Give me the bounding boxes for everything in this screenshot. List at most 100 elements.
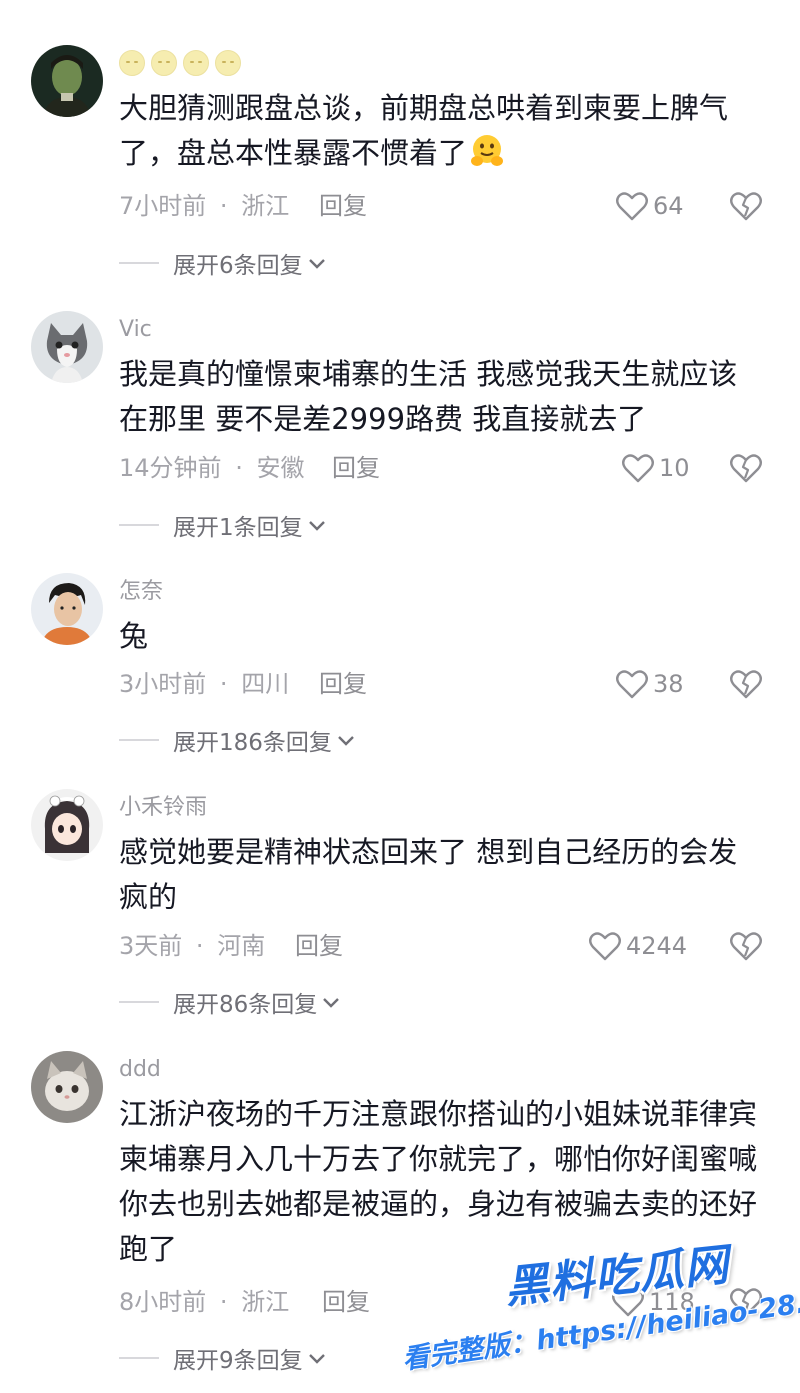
broken-heart-icon	[730, 192, 762, 221]
like-count: 38	[653, 670, 684, 698]
broken-heart-icon	[730, 454, 762, 483]
heart-icon	[616, 192, 648, 221]
comment-meta: 8小时前 · 浙江 回复 118	[119, 1282, 769, 1322]
avatar[interactable]	[31, 45, 103, 117]
reply-button[interactable]: 回复	[319, 664, 367, 704]
divider-dash	[119, 1001, 159, 1003]
heart-icon	[622, 454, 654, 483]
dislike-button[interactable]	[729, 930, 763, 974]
hugging-face-emoji-icon	[471, 135, 504, 166]
expand-replies-button[interactable]: 展开1条回复	[119, 508, 327, 542]
comment-time: 7小时前	[119, 192, 207, 220]
reply-button[interactable]: 回复	[295, 926, 343, 966]
moon-face-icon	[215, 50, 241, 76]
comment-time: 3小时前	[119, 670, 207, 698]
username[interactable]: 小禾铃雨	[119, 794, 207, 822]
expand-replies-label: 展开9条回复	[173, 1348, 303, 1374]
avatar-image	[31, 311, 103, 383]
comment-item: 大胆猜测跟盘总谈，前期盘总哄着到柬要上脾气了，盘总本性暴露不惯着了 7小时前 ·…	[0, 0, 800, 290]
divider-dash	[119, 262, 159, 264]
moon-face-icon	[119, 50, 145, 76]
divider-dash	[119, 739, 159, 741]
broken-heart-icon	[730, 932, 762, 961]
expand-replies-button[interactable]: 展开6条回复	[119, 246, 327, 280]
like-count: 64	[653, 192, 684, 220]
like-count: 118	[649, 1288, 695, 1316]
moon-face-icon	[183, 50, 209, 76]
like-button[interactable]: 118	[611, 1282, 695, 1322]
comment-time: 8小时前	[119, 1288, 207, 1316]
avatar-image	[31, 789, 103, 861]
comment-location: 安徽	[256, 454, 305, 482]
expand-replies-label: 展开186条回复	[173, 730, 332, 756]
avatar[interactable]	[31, 789, 103, 861]
avatar[interactable]	[31, 573, 103, 645]
meta-info: 14分钟前 · 安徽	[119, 454, 304, 482]
comment-text: 兔	[119, 619, 149, 653]
comment-text: 大胆猜测跟盘总谈，前期盘总哄着到柬要上脾气了，盘总本性暴露不惯着了	[119, 86, 760, 176]
expand-replies-label: 展开1条回复	[173, 515, 303, 541]
comment-text-body: 大胆猜测跟盘总谈，前期盘总哄着到柬要上脾气了，盘总本性暴露不惯着了	[119, 91, 729, 170]
username[interactable]: ddd	[119, 1056, 161, 1084]
meta-separator: ·	[219, 1288, 228, 1316]
like-count: 10	[659, 454, 690, 482]
like-button[interactable]: 4244	[588, 926, 687, 966]
user-badge-row	[119, 50, 241, 76]
expand-replies-button[interactable]: 展开86条回复	[119, 985, 341, 1019]
comment-meta: 3小时前 · 四川 回复 38	[119, 664, 769, 704]
like-button[interactable]: 38	[615, 664, 684, 704]
broken-heart-icon	[730, 1288, 762, 1317]
comment-text: 感觉她要是精神状态回来了 想到自己经历的会发疯的	[119, 835, 738, 914]
expand-replies-label: 展开86条回复	[173, 992, 318, 1018]
heart-icon	[616, 670, 648, 699]
meta-separator: ·	[219, 670, 228, 698]
comment-location: 浙江	[241, 192, 290, 220]
dislike-button[interactable]	[729, 452, 763, 496]
meta-separator: ·	[219, 192, 228, 220]
comment-time: 3天前	[119, 932, 183, 960]
dislike-button[interactable]	[729, 1286, 763, 1330]
comment-text: 我是真的憧憬柬埔寨的生活 我感觉我天生就应该在那里 要不是差2999路费 我直接…	[119, 357, 738, 436]
meta-separator: ·	[195, 932, 204, 960]
dislike-button[interactable]	[729, 668, 763, 712]
username[interactable]: 怎奈	[119, 578, 163, 606]
reply-button[interactable]: 回复	[319, 186, 367, 226]
chevron-down-icon	[308, 259, 325, 269]
avatar-image	[31, 1051, 103, 1123]
comment-location: 四川	[241, 670, 290, 698]
comment-meta: 7小时前 · 浙江 回复 64	[119, 186, 769, 226]
like-button[interactable]: 10	[621, 448, 690, 488]
comment-location: 河南	[217, 932, 266, 960]
meta-info: 3小时前 · 四川	[119, 670, 289, 698]
expand-replies-label: 展开6条回复	[173, 253, 303, 279]
reply-button[interactable]: 回复	[322, 1282, 370, 1322]
comment-time: 14分钟前	[119, 454, 222, 482]
chevron-down-icon	[308, 1354, 325, 1364]
username[interactable]: Vic	[119, 316, 152, 344]
avatar-image	[31, 573, 103, 645]
moon-face-icon	[151, 50, 177, 76]
comment-location: 浙江	[241, 1288, 290, 1316]
meta-separator: ·	[235, 454, 243, 482]
meta-info: 8小时前 · 浙江	[119, 1288, 289, 1316]
meta-info: 3天前 · 河南	[119, 932, 265, 960]
like-button[interactable]: 64	[615, 186, 684, 226]
broken-heart-icon	[730, 670, 762, 699]
comment-text: 江浙沪夜场的千万注意跟你搭讪的小姐妹说菲律宾柬埔寨月入几十万去了你就完了，哪怕你…	[119, 1097, 758, 1266]
comment-meta: 3天前 · 河南 回复 4244	[119, 926, 769, 966]
comment-meta: 14分钟前 · 安徽 回复 10	[119, 448, 769, 488]
dislike-button[interactable]	[729, 190, 763, 234]
avatar-image	[31, 45, 103, 117]
heart-icon	[612, 1288, 644, 1317]
divider-dash	[119, 524, 159, 526]
avatar[interactable]	[31, 1051, 103, 1123]
chevron-down-icon	[308, 521, 325, 531]
reply-button[interactable]: 回复	[332, 448, 380, 488]
expand-replies-button[interactable]: 展开186条回复	[119, 723, 356, 757]
avatar[interactable]	[31, 311, 103, 383]
heart-icon	[589, 932, 621, 961]
like-count: 4244	[626, 932, 688, 960]
chevron-down-icon	[338, 736, 354, 746]
expand-replies-button[interactable]: 展开9条回复	[119, 1341, 327, 1375]
divider-dash	[119, 1357, 159, 1359]
